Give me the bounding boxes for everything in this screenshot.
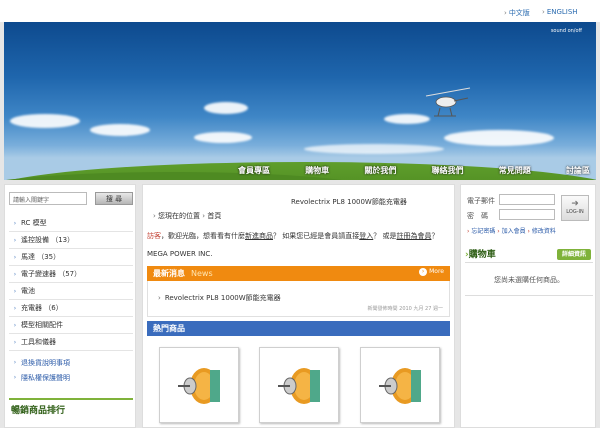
- arrow-right-icon: ➜: [571, 199, 579, 209]
- password-field[interactable]: [499, 209, 555, 220]
- register-link[interactable]: 註冊為會員: [396, 232, 431, 240]
- search-input[interactable]: 請輸入關鍵字: [9, 192, 87, 205]
- category-item[interactable]: › 充電器 （6）: [9, 300, 133, 317]
- category-item[interactable]: › 模型相關配件: [9, 317, 133, 334]
- arrow-right-icon: ›: [419, 268, 428, 276]
- category-item[interactable]: › 電子變速器 （57）: [9, 266, 133, 283]
- motor-image: [178, 368, 220, 404]
- nav-about[interactable]: 關於我們: [358, 162, 402, 180]
- welcome-text: 訪客，歡迎光臨，想看看有什麼新進商品？ 如果您已經是會員請直接登入？ 或是註冊為…: [147, 232, 439, 240]
- page-title: Revolectrix PL8 1000W節能充電器: [291, 198, 407, 206]
- cart-heading: ›購物車 詳細資訊: [465, 247, 593, 263]
- breadcrumb-home[interactable]: 首頁: [207, 212, 221, 220]
- main-content: Revolectrix PL8 1000W節能充電器 › 您現在的位置 › 首頁…: [142, 184, 455, 428]
- divider: [465, 295, 593, 296]
- category-item[interactable]: › 馬達 （35）: [9, 249, 133, 266]
- motor-image: [379, 368, 421, 404]
- email-field[interactable]: [499, 194, 555, 205]
- news-item[interactable]: › Revolectrix PL8 1000W節能充電器: [158, 293, 281, 303]
- hot-products-header: 熱門商品: [147, 321, 450, 336]
- news-header: 最新消息 News › More: [147, 266, 450, 281]
- bestseller-heading: 暢銷商品排行: [9, 398, 133, 416]
- company-name: MEGA POWER INC.: [147, 250, 213, 258]
- main-nav: 會員專區 購物車 關於我們 聯絡我們 常見問題 討論區: [232, 162, 596, 180]
- news-box: › Revolectrix PL8 1000W節能充電器 新聞發佈時間 2010 …: [147, 281, 450, 317]
- join-member-link[interactable]: 加入會員: [502, 228, 526, 235]
- product-card[interactable]: [360, 347, 440, 423]
- cart-detail-button[interactable]: 詳細資訊: [557, 249, 591, 260]
- news-more-link[interactable]: › More: [419, 268, 444, 276]
- login-link[interactable]: 登入: [359, 232, 373, 240]
- login-button[interactable]: ➜ LOG-IN: [561, 195, 589, 221]
- lang-zh-link[interactable]: › 中文版: [504, 8, 530, 18]
- motor-image: [278, 368, 320, 404]
- nav-member[interactable]: 會員專區: [232, 162, 276, 180]
- cart-empty-text: 您尚未選購任何商品。: [494, 276, 564, 284]
- category-item[interactable]: › 遙控設備 （13）: [9, 232, 133, 249]
- language-bar: › 中文版 › ENGLISH: [0, 0, 600, 22]
- nav-cart[interactable]: 購物車: [299, 162, 335, 180]
- news-date: 新聞發佈時間 2010 九月 27 週一: [367, 306, 443, 312]
- password-label: 密 碼: [467, 212, 488, 220]
- category-item[interactable]: › RC 模型: [9, 215, 133, 232]
- category-list: › RC 模型 › 遙控設備 （13） › 馬達 （35） › 電子變速器 （57） ›…: [9, 215, 133, 351]
- return-policy-link[interactable]: › 退換貨說明事項: [9, 355, 133, 370]
- helicopter-image: [425, 87, 471, 117]
- nav-forum[interactable]: 討論區: [560, 162, 596, 180]
- nav-contact[interactable]: 聯絡我們: [426, 162, 470, 180]
- info-links: › 退換貨說明事項 › 隱私權保護聲明: [9, 355, 133, 385]
- category-item[interactable]: › 電池: [9, 283, 133, 300]
- category-item[interactable]: › 工具和儀器: [9, 334, 133, 351]
- lang-en-link[interactable]: › ENGLISH: [542, 8, 578, 16]
- forgot-password-link[interactable]: 忘記密碼: [471, 228, 495, 235]
- new-products-link[interactable]: 新進商品: [245, 232, 273, 240]
- left-sidebar: 請輸入關鍵字 搜 尋 › RC 模型 › 遙控設備 （13） › 馬達 （35） › 電…: [4, 184, 136, 428]
- nav-faq[interactable]: 常見問題: [493, 162, 537, 180]
- email-label: 電子郵件: [467, 197, 495, 205]
- breadcrumb: › 您現在的位置 › 首頁: [153, 212, 222, 220]
- sound-toggle[interactable]: sound on/off: [551, 28, 582, 34]
- edit-profile-link[interactable]: 修改資料: [532, 228, 556, 235]
- header-banner: sound on/off 會員專區 購物車 關於我們 聯絡我們 常見問題 討論區: [4, 22, 596, 180]
- product-card[interactable]: [259, 347, 339, 423]
- right-sidebar: 電子郵件 密 碼 ➜ LOG-IN › 忘記密碼 › 加入會員 › 修改資料 ›購…: [460, 184, 596, 428]
- product-card[interactable]: [159, 347, 239, 423]
- privacy-policy-link[interactable]: › 隱私權保護聲明: [9, 370, 133, 385]
- search-row: 請輸入關鍵字 搜 尋: [9, 192, 133, 206]
- account-links: › 忘記密碼 › 加入會員 › 修改資料: [467, 228, 556, 235]
- search-button[interactable]: 搜 尋: [95, 192, 133, 205]
